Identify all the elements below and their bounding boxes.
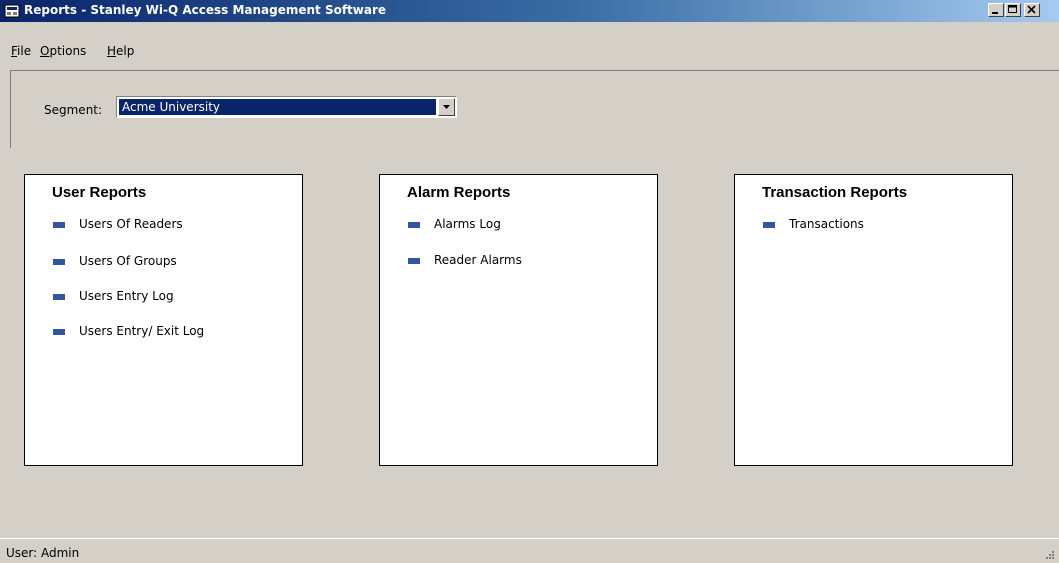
segment-selected-value: Acme University bbox=[119, 99, 436, 115]
bullet-icon bbox=[53, 222, 65, 228]
maximize-button[interactable] bbox=[1005, 3, 1021, 17]
report-link-label: Users Of Readers bbox=[79, 217, 183, 231]
window-title: Reports - Stanley Wi-Q Access Management… bbox=[24, 3, 387, 17]
panel-title-alarm-reports: Alarm Reports bbox=[407, 184, 511, 201]
bullet-icon bbox=[53, 329, 65, 335]
report-link-label: Users Entry Log bbox=[79, 289, 174, 303]
panel-title-user-reports: User Reports bbox=[52, 184, 147, 201]
app-icon[interactable] bbox=[4, 3, 20, 19]
minimize-icon bbox=[992, 12, 998, 14]
resize-grip-icon[interactable] bbox=[1043, 548, 1055, 560]
title-bar[interactable]: Reports - Stanley Wi-Q Access Management… bbox=[0, 0, 1059, 22]
chevron-down-icon bbox=[443, 105, 450, 109]
bullet-icon bbox=[53, 259, 65, 265]
segment-label: Segment: bbox=[44, 103, 103, 117]
status-bar: User: Admin bbox=[0, 538, 1059, 563]
bullet-icon bbox=[408, 222, 420, 228]
report-link-label: Users Entry/ Exit Log bbox=[79, 324, 205, 338]
menu-help-label: elp bbox=[116, 44, 135, 58]
minimize-button[interactable] bbox=[988, 3, 1004, 17]
report-link-label: Alarms Log bbox=[434, 217, 501, 231]
report-link-label: Users Of Groups bbox=[79, 254, 177, 268]
segment-dropdown[interactable]: Acme University bbox=[116, 96, 457, 118]
transaction-reports-panel: Transaction Reports Transactions bbox=[734, 174, 1013, 466]
menu-options[interactable]: Options bbox=[40, 44, 86, 58]
menu-help-mnemonic: H bbox=[107, 44, 117, 58]
bullet-icon bbox=[408, 258, 420, 264]
panel-title-transaction-reports: Transaction Reports bbox=[762, 184, 908, 201]
menu-file-label: ile bbox=[17, 44, 32, 58]
report-link-label: Transactions bbox=[789, 217, 864, 231]
status-user-text: User: Admin bbox=[6, 546, 80, 560]
alarm-reports-panel: Alarm Reports Alarms Log Reader Alarms bbox=[379, 174, 658, 466]
dropdown-arrow-button[interactable] bbox=[438, 98, 455, 116]
menu-help[interactable]: Help bbox=[107, 44, 134, 58]
bullet-icon bbox=[53, 294, 65, 300]
close-button[interactable] bbox=[1024, 3, 1040, 17]
close-icon bbox=[1027, 5, 1036, 14]
reports-window: Reports - Stanley Wi-Q Access Management… bbox=[0, 0, 1059, 563]
bullet-icon bbox=[763, 222, 775, 228]
maximize-icon bbox=[1008, 5, 1017, 13]
menu-file[interactable]: File bbox=[11, 44, 31, 58]
menu-options-label: ptions bbox=[49, 44, 87, 58]
user-reports-panel: User Reports Users Of Readers Users Of G… bbox=[24, 174, 303, 466]
report-link-label: Reader Alarms bbox=[434, 253, 522, 267]
